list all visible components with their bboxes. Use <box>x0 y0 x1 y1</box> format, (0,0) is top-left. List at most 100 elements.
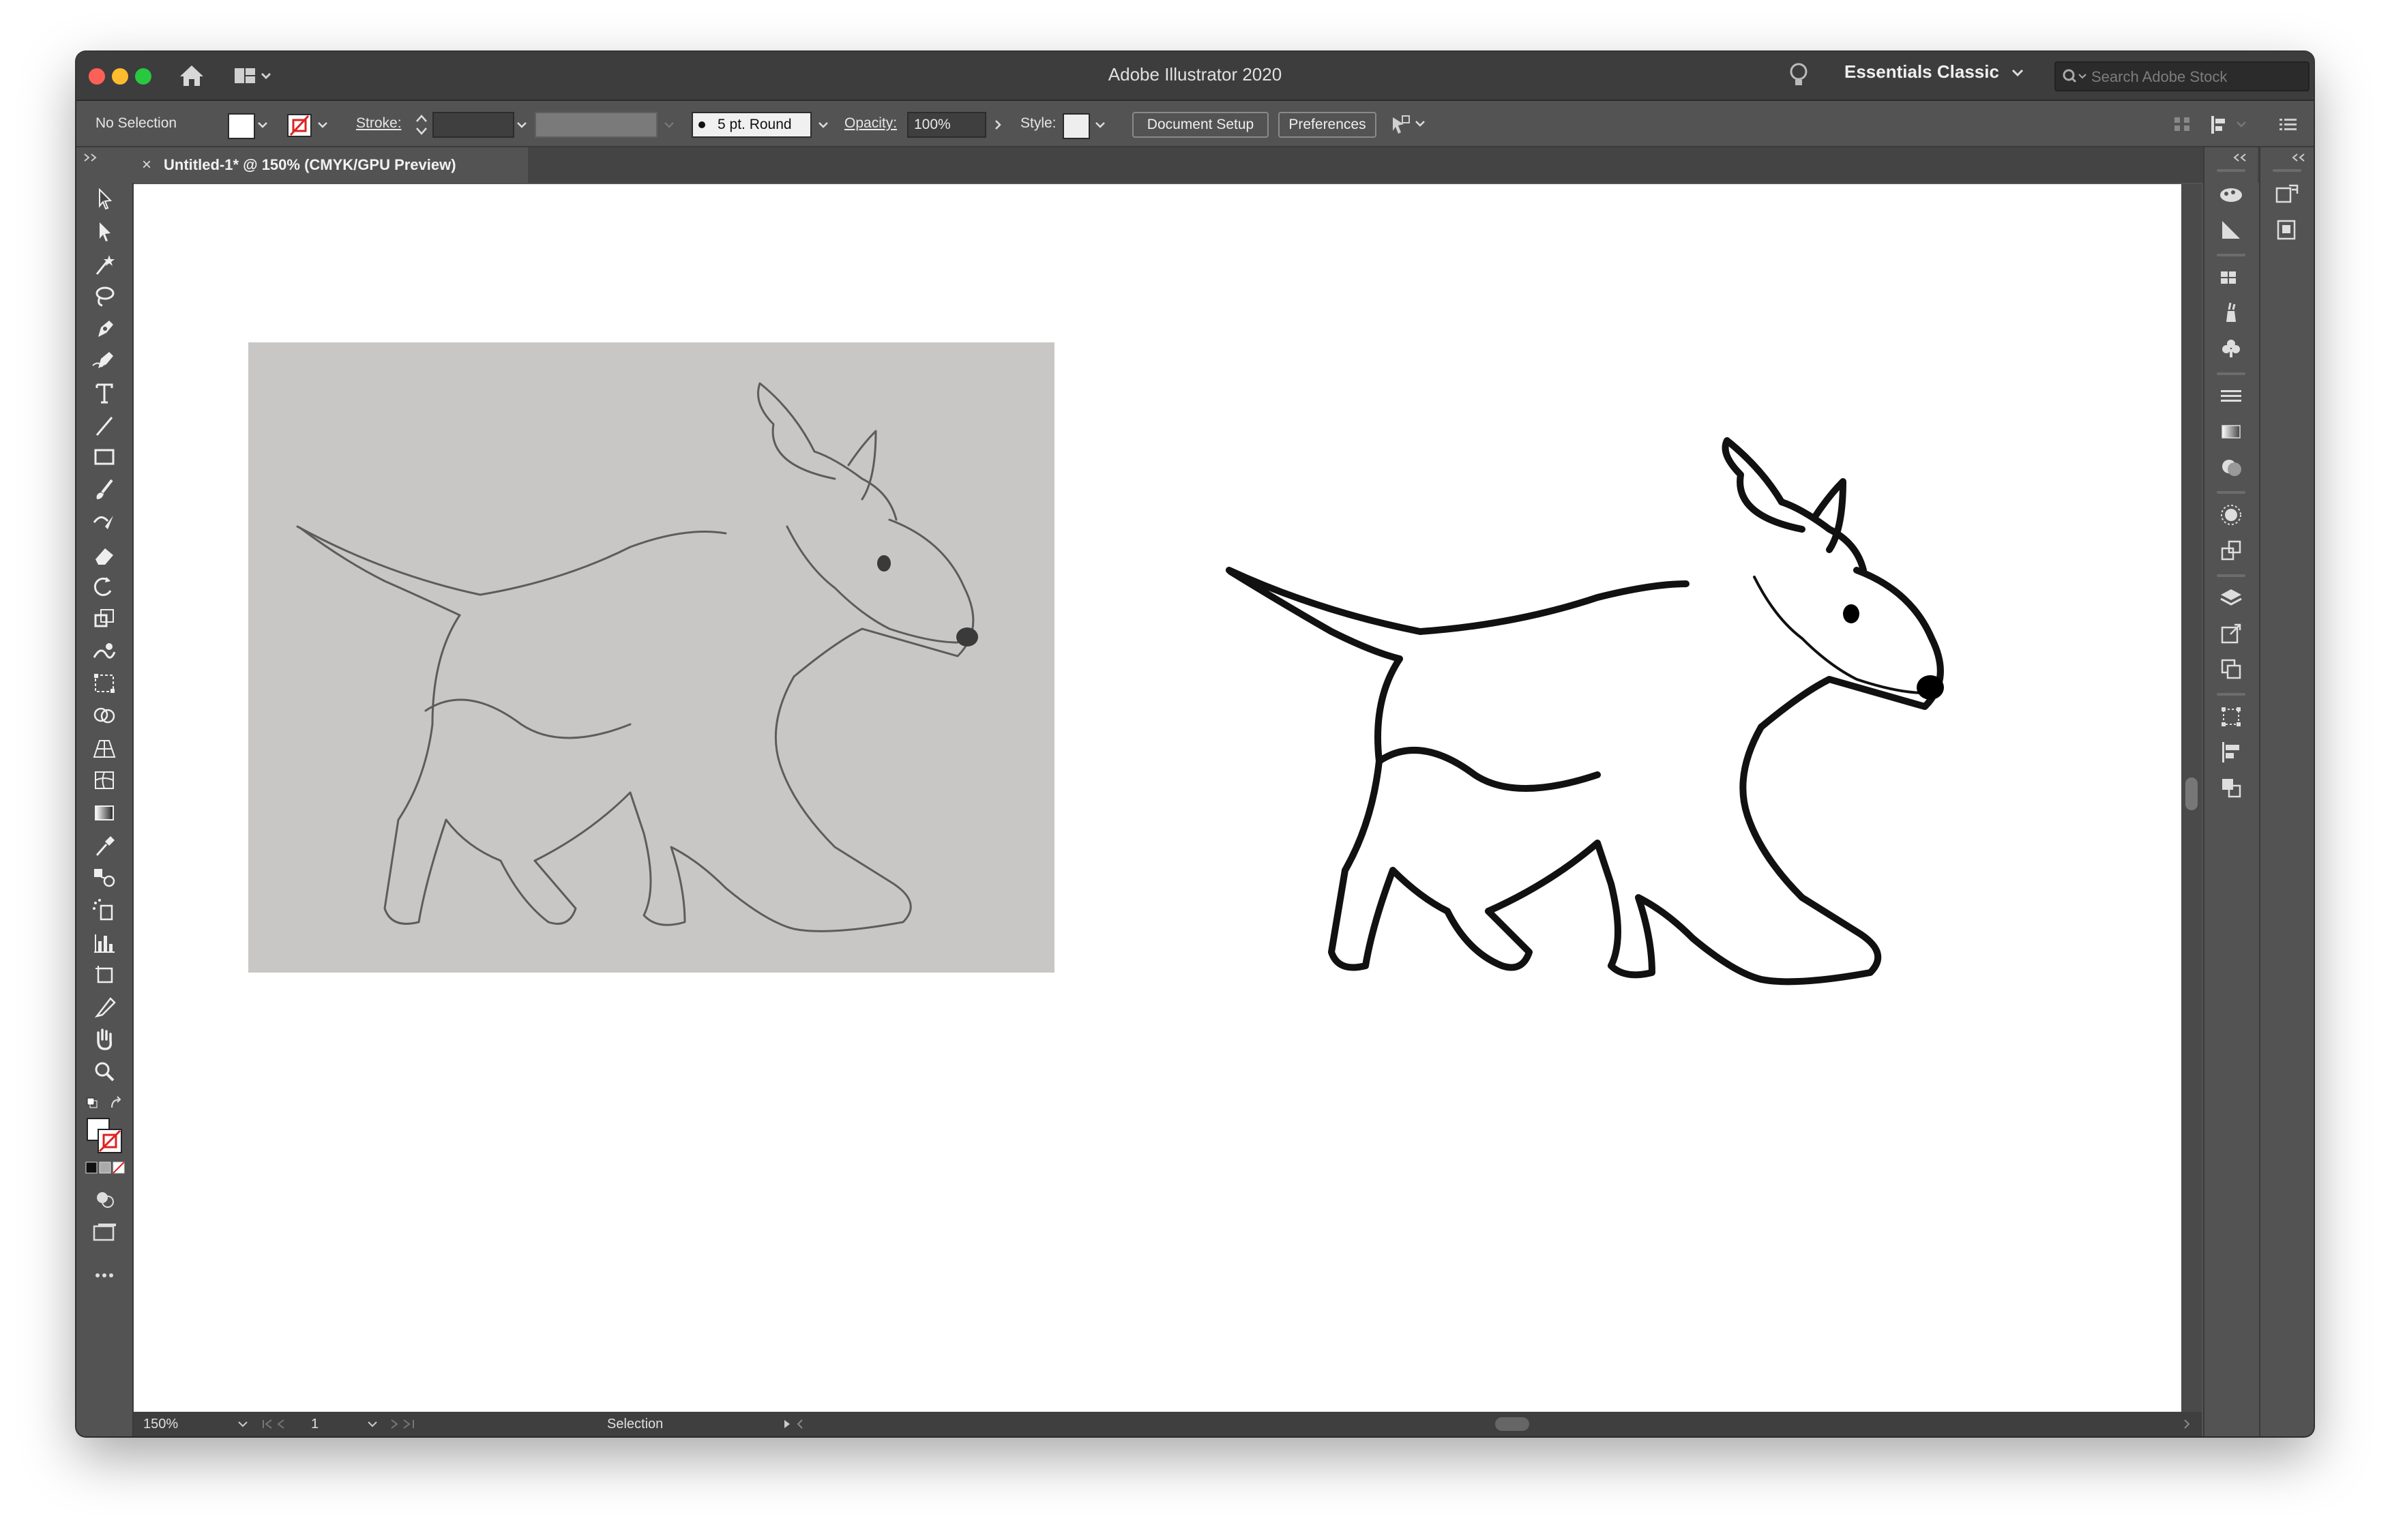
swap-fill-stroke-icon[interactable] <box>85 1095 126 1112</box>
close-tab-icon[interactable]: × <box>142 156 151 175</box>
shaper-tool-icon[interactable] <box>89 509 120 536</box>
gradient-icon[interactable] <box>2215 417 2247 446</box>
swatches-icon[interactable] <box>2215 263 2247 292</box>
asset-export-icon[interactable] <box>2215 619 2247 648</box>
zoom-tool-icon[interactable] <box>89 1057 120 1084</box>
pathfinder-icon[interactable] <box>2215 773 2247 802</box>
slice-tool-icon[interactable] <box>89 993 120 1020</box>
lasso-tool-icon[interactable] <box>89 282 120 310</box>
chevron-down-icon[interactable] <box>315 117 330 132</box>
status-menu-icon[interactable] <box>779 1412 806 1436</box>
brushes-icon[interactable] <box>2215 299 2247 327</box>
chevron-down-icon[interactable] <box>255 117 270 132</box>
artboard-next-last-icon[interactable] <box>387 1412 428 1436</box>
search-adobe-stock-input[interactable]: Search Adobe Stock <box>2054 61 2310 91</box>
zoom-level-field[interactable]: 150% <box>143 1412 178 1436</box>
chevron-down-icon[interactable] <box>1093 117 1108 132</box>
color-guide-icon[interactable] <box>2215 180 2247 209</box>
direct-selection-tool-icon[interactable] <box>89 218 120 246</box>
pen-tool-icon[interactable] <box>89 315 120 342</box>
artboard-tool-icon[interactable] <box>89 960 120 988</box>
screen-mode-icon[interactable] <box>89 1218 120 1245</box>
artboards-icon[interactable] <box>2215 655 2247 683</box>
align-icon[interactable] <box>2207 113 2255 136</box>
select-similar-icon[interactable] <box>1389 113 1430 136</box>
blend-tool-icon[interactable] <box>89 863 120 891</box>
transparency-icon[interactable] <box>2215 453 2247 482</box>
libraries-icon[interactable] <box>2271 216 2303 244</box>
variable-width-profile[interactable] <box>535 112 658 138</box>
magic-wand-tool-icon[interactable] <box>89 251 120 278</box>
chevron-right-icon[interactable] <box>990 117 1005 132</box>
free-transform-tool-icon[interactable] <box>89 670 120 697</box>
line-segment-tool-icon[interactable] <box>89 412 120 439</box>
horizontal-scroll-thumb[interactable] <box>1495 1412 1529 1436</box>
panel-menu-icon[interactable] <box>2274 115 2301 135</box>
artboard-canvas[interactable] <box>134 184 2181 1412</box>
mesh-tool-icon[interactable] <box>89 767 120 794</box>
vertical-scrollbar[interactable] <box>2181 184 2202 1412</box>
appearance-icon[interactable] <box>2215 501 2247 529</box>
chevron-down-icon[interactable] <box>2009 64 2026 80</box>
preferences-button[interactable]: Preferences <box>1278 112 1376 138</box>
transform-icon[interactable] <box>2215 702 2247 731</box>
chevron-down-icon[interactable] <box>514 117 529 132</box>
warp-tool-icon[interactable] <box>89 638 120 666</box>
type-tool-icon[interactable] <box>89 379 120 406</box>
opacity-field[interactable]: 100% <box>907 112 986 138</box>
gradient-tool-icon[interactable] <box>89 799 120 827</box>
pencil-dog-drawing <box>296 382 978 932</box>
perspective-grid-tool-icon[interactable] <box>89 735 120 762</box>
chevron-down-icon[interactable] <box>662 117 677 132</box>
rectangle-tool-icon[interactable] <box>89 443 120 471</box>
stroke-icon[interactable] <box>2215 382 2247 411</box>
chevron-down-icon[interactable] <box>816 117 831 132</box>
symbols-icon[interactable] <box>2215 334 2247 363</box>
eraser-tool-icon[interactable] <box>89 542 120 569</box>
align-panel-icon[interactable] <box>2215 738 2247 767</box>
chevron-down-icon[interactable] <box>366 1412 379 1436</box>
eyedropper-tool-icon[interactable] <box>89 832 120 859</box>
stroke-label[interactable]: Stroke: <box>356 101 402 146</box>
stroke-weight-stepper[interactable] <box>413 112 430 138</box>
current-tool-status: Selection <box>607 1416 664 1432</box>
collapse-panel-icon[interactable] <box>2290 151 2310 164</box>
graphic-styles-icon[interactable] <box>2215 536 2247 565</box>
artboard-first-prev-icon[interactable] <box>259 1412 300 1436</box>
color-icon[interactable] <box>2215 216 2247 244</box>
brush-definition[interactable]: 5 pt. Round <box>692 112 812 138</box>
fill-color-swatch[interactable] <box>228 113 255 139</box>
paintbrush-tool-icon[interactable] <box>89 476 120 503</box>
layers-icon[interactable] <box>2215 584 2247 612</box>
shape-builder-tool-icon[interactable] <box>89 702 120 730</box>
chevron-down-icon[interactable] <box>236 1412 250 1436</box>
more-tools-icon[interactable] <box>89 1262 120 1289</box>
column-graph-tool-icon[interactable] <box>89 929 120 956</box>
stroke-weight-field[interactable] <box>432 112 514 138</box>
collapse-panel-icon[interactable] <box>82 151 101 164</box>
transform-grid-icon[interactable] <box>2170 115 2198 135</box>
hand-tool-icon[interactable] <box>89 1026 120 1053</box>
selection-tool-icon[interactable] <box>89 186 120 213</box>
opacity-label[interactable]: Opacity: <box>844 101 897 146</box>
lightbulb-icon[interactable] <box>1788 61 1809 90</box>
document-setup-button[interactable]: Document Setup <box>1132 112 1269 138</box>
chevron-right-icon[interactable] <box>2180 1412 2194 1436</box>
symbol-sprayer-tool-icon[interactable] <box>89 896 120 923</box>
pencil-sketch-photo[interactable] <box>248 342 1054 973</box>
collapse-panel-icon[interactable] <box>2232 151 2251 164</box>
scale-tool-icon[interactable] <box>89 606 120 633</box>
artboard-number-field[interactable]: 1 <box>311 1412 319 1436</box>
curvature-tool-icon[interactable] <box>89 346 120 374</box>
rotate-tool-icon[interactable] <box>89 573 120 600</box>
draw-mode-icon[interactable] <box>89 1185 120 1213</box>
scrollbar-thumb[interactable] <box>2185 778 2198 810</box>
stroke-none-swatch[interactable] <box>286 113 312 138</box>
graphic-style-swatch[interactable] <box>1063 113 1090 139</box>
document-tab[interactable]: × Untitled-1* @ 150% (CMYK/GPU Preview) <box>132 147 528 183</box>
color-mode-icons[interactable] <box>85 1161 126 1176</box>
fill-stroke-indicator[interactable] <box>85 1116 124 1155</box>
properties-icon[interactable] <box>2271 180 2303 209</box>
vector-traced-dog[interactable] <box>1215 434 2109 1007</box>
workspace-switcher[interactable]: Essentials Classic <box>1844 61 1999 83</box>
